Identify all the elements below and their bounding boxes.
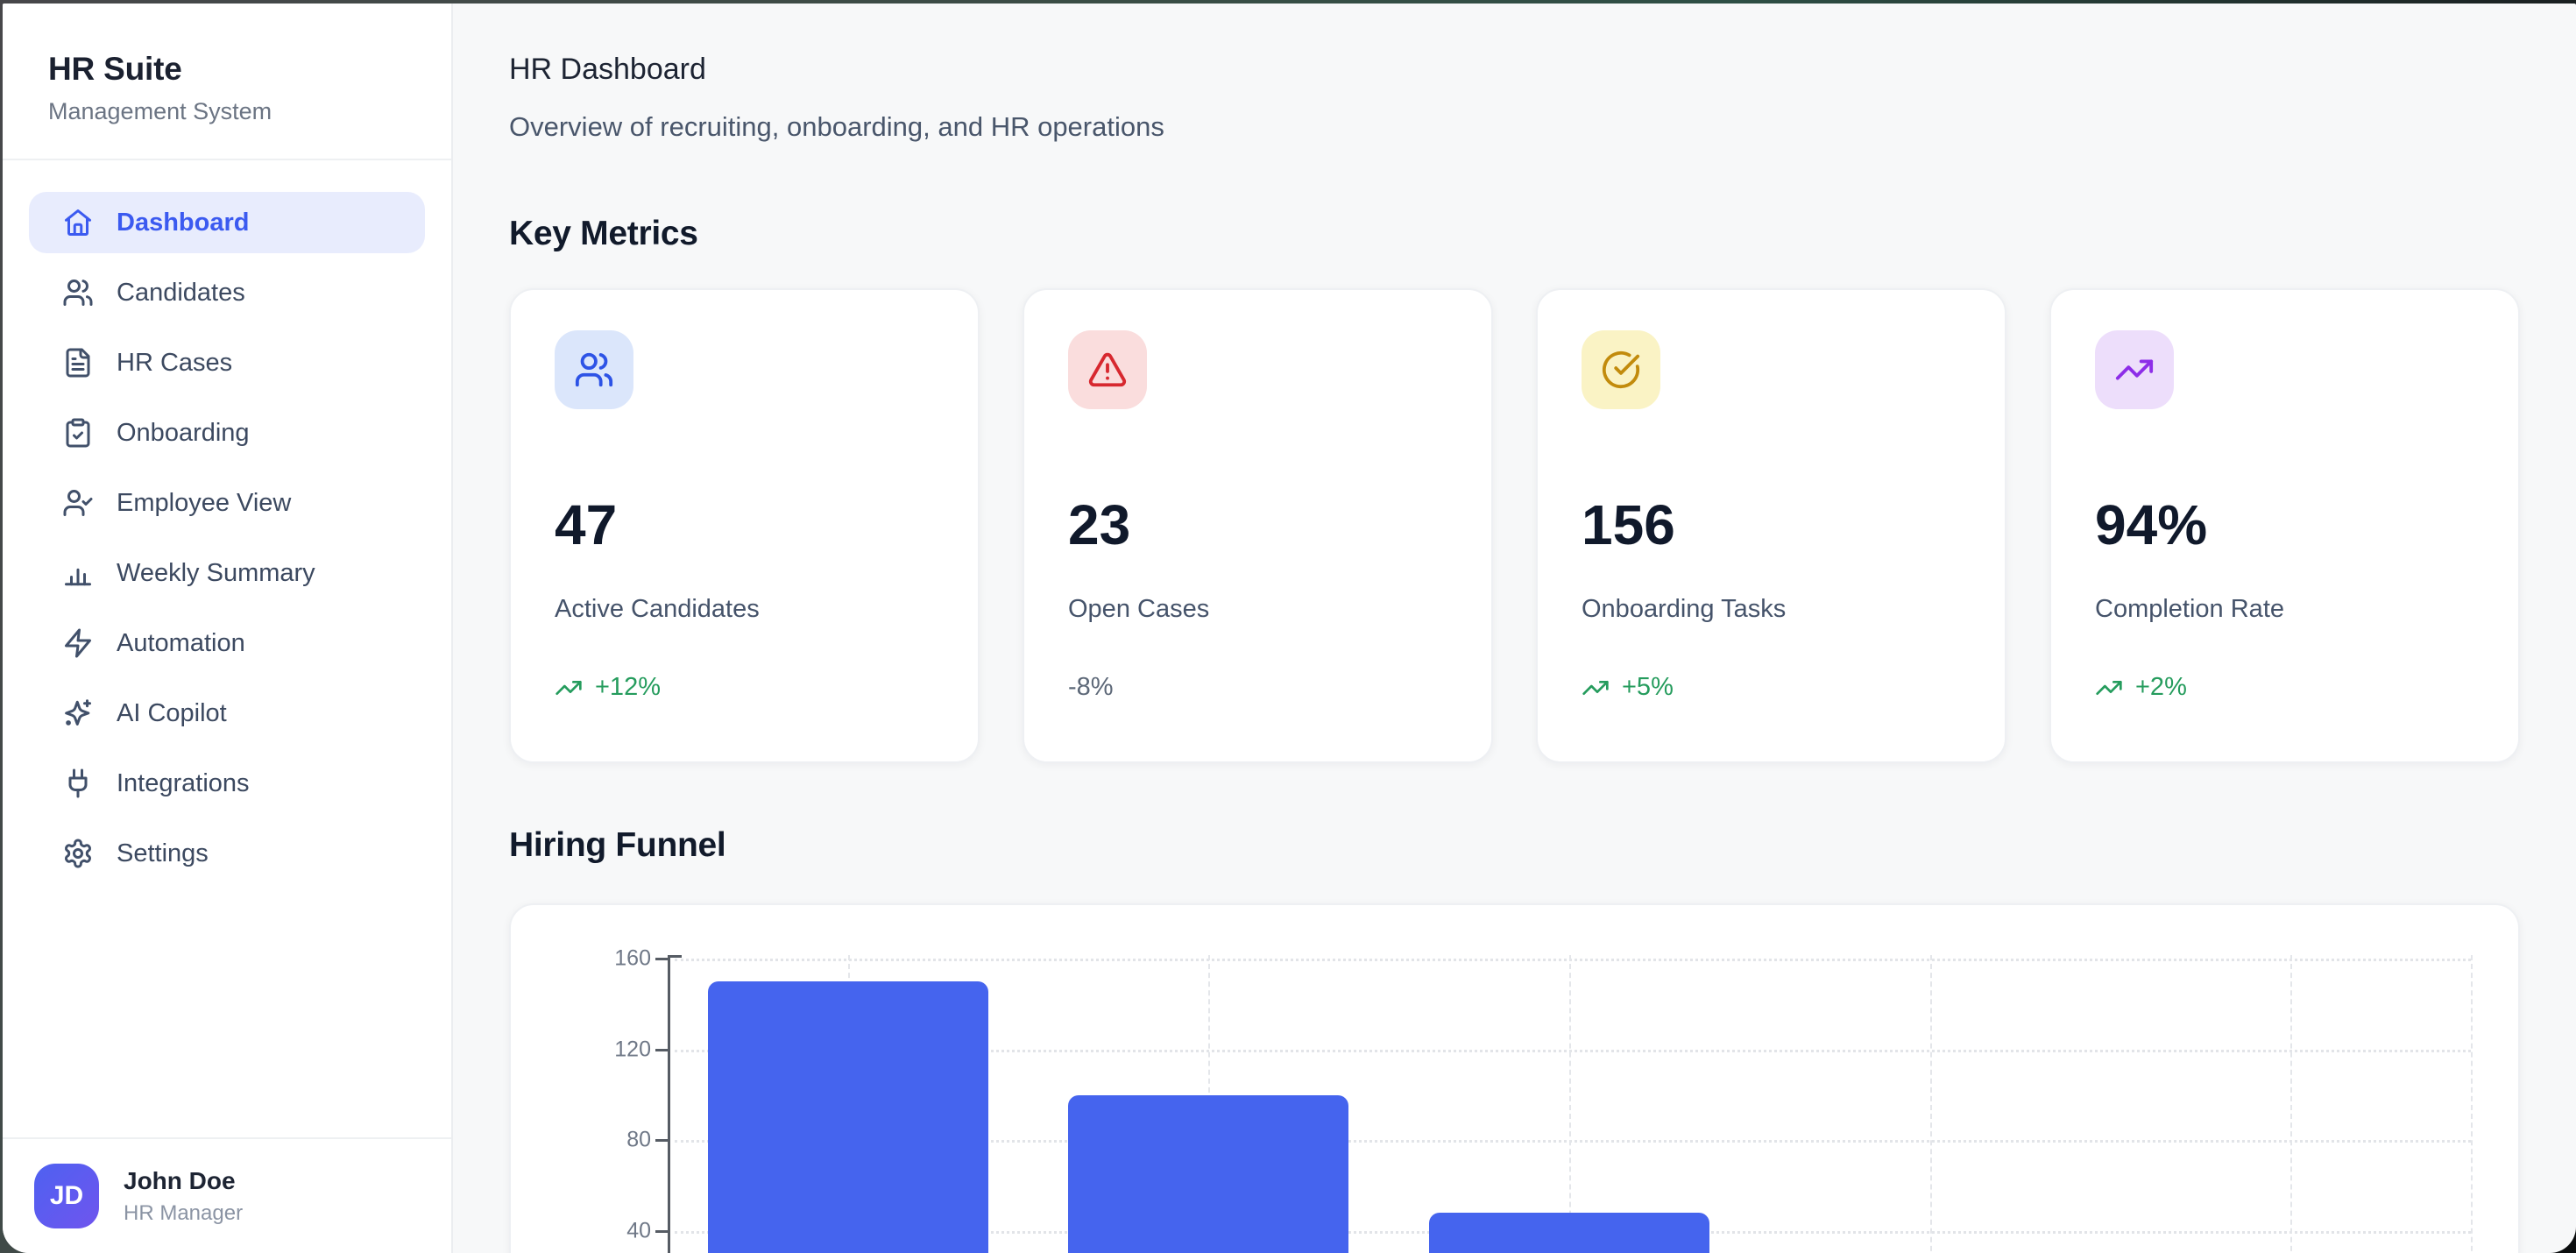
- sidebar-item-employee-view[interactable]: Employee View: [29, 472, 425, 534]
- v-gridline: [2471, 955, 2473, 1253]
- funnel-bar: [708, 981, 988, 1253]
- funnel-bar: [1068, 1095, 1348, 1253]
- metric-card-completion-rate: 94% Completion Rate +2%: [2049, 288, 2520, 763]
- metric-delta: -8%: [1068, 673, 1447, 702]
- y-axis-line: [668, 955, 670, 1253]
- circle-check-icon: [1582, 330, 1660, 409]
- metric-card-onboarding-tasks: 156 Onboarding Tasks +5%: [1536, 288, 2006, 763]
- sparkles-icon: [62, 697, 94, 729]
- trending-up-icon: [2095, 674, 2123, 702]
- v-gridline: [1930, 955, 1932, 1253]
- metric-delta: +5%: [1582, 673, 1961, 702]
- v-gridline: [2290, 955, 2292, 1253]
- y-tick-label: 120: [546, 1037, 651, 1062]
- zap-icon: [62, 627, 94, 659]
- page-title: HR Dashboard: [509, 53, 2520, 87]
- metric-label: Open Cases: [1068, 595, 1447, 624]
- metric-card-active-candidates: 47 Active Candidates +12%: [509, 288, 980, 763]
- metric-value: 94%: [2095, 497, 2474, 553]
- users-icon: [62, 277, 94, 308]
- h-gridline: [675, 959, 2471, 961]
- y-tick-mark: [655, 958, 668, 960]
- sidebar-item-label: Weekly Summary: [117, 559, 315, 588]
- bar-chart-icon: [62, 557, 94, 589]
- metric-value: 23: [1068, 497, 1447, 553]
- user-role: HR Manager: [124, 1201, 243, 1226]
- sidebar-item-label: Dashboard: [117, 209, 249, 237]
- hiring-funnel-chart: 160 120 80 40: [509, 903, 2520, 1253]
- y-tick-label: 80: [546, 1128, 651, 1153]
- alert-triangle-icon: [1068, 330, 1147, 409]
- trending-up-icon: [555, 674, 583, 702]
- sidebar-item-candidates[interactable]: Candidates: [29, 262, 425, 323]
- v-gridline: [1569, 955, 1571, 1253]
- sidebar-item-label: Settings: [117, 839, 209, 868]
- metric-cards-row: 47 Active Candidates +12% 23 Open Cases …: [509, 288, 2520, 763]
- sidebar-item-label: Employee View: [117, 489, 291, 518]
- metric-card-open-cases: 23 Open Cases -8%: [1023, 288, 1493, 763]
- metric-value: 47: [555, 497, 934, 553]
- y-tick-label: 160: [546, 946, 651, 972]
- y-tick-mark: [655, 1139, 668, 1142]
- home-icon: [62, 207, 94, 238]
- sidebar-item-weekly-summary[interactable]: Weekly Summary: [29, 542, 425, 604]
- clipboard-check-icon: [62, 417, 94, 449]
- sidebar-item-settings[interactable]: Settings: [29, 823, 425, 884]
- sidebar-header: HR Suite Management System: [3, 4, 451, 159]
- metric-label: Onboarding Tasks: [1582, 595, 1961, 624]
- sidebar: HR Suite Management System Dashboard Can…: [3, 4, 453, 1253]
- page-subtitle: Overview of recruiting, onboarding, and …: [509, 111, 2520, 143]
- sidebar-item-ai-copilot[interactable]: AI Copilot: [29, 683, 425, 744]
- key-metrics-heading: Key Metrics: [509, 215, 2520, 253]
- app-title: HR Suite: [48, 51, 406, 88]
- sidebar-item-label: Candidates: [117, 279, 245, 308]
- main-content[interactable]: HR Dashboard Overview of recruiting, onb…: [453, 4, 2576, 1253]
- metric-label: Completion Rate: [2095, 595, 2474, 624]
- trending-up-icon: [2095, 330, 2174, 409]
- sidebar-item-label: Integrations: [117, 769, 250, 798]
- sidebar-item-label: HR Cases: [117, 349, 232, 378]
- user-profile[interactable]: JD John Doe HR Manager: [3, 1137, 451, 1253]
- sidebar-item-label: Automation: [117, 629, 245, 658]
- y-tick-label: 40: [546, 1219, 651, 1244]
- sidebar-nav: Dashboard Candidates HR Cases Onboarding: [3, 160, 451, 924]
- trending-up-icon: [1582, 674, 1610, 702]
- metric-label: Active Candidates: [555, 595, 934, 624]
- gear-icon: [62, 838, 94, 869]
- metric-value: 156: [1582, 497, 1961, 553]
- sidebar-item-dashboard[interactable]: Dashboard: [29, 192, 425, 253]
- y-axis-top-tick: [668, 955, 682, 958]
- hiring-funnel-heading: Hiring Funnel: [509, 826, 2520, 865]
- sidebar-spacer: [3, 924, 451, 1137]
- metric-delta: +12%: [555, 673, 934, 702]
- plug-icon: [62, 768, 94, 799]
- user-check-icon: [62, 487, 94, 519]
- sidebar-item-onboarding[interactable]: Onboarding: [29, 402, 425, 464]
- metric-delta: +2%: [2095, 673, 2474, 702]
- file-text-icon: [62, 347, 94, 379]
- avatar: JD: [34, 1164, 99, 1228]
- app-subtitle: Management System: [48, 98, 406, 125]
- users-icon: [555, 330, 633, 409]
- sidebar-item-hr-cases[interactable]: HR Cases: [29, 332, 425, 393]
- funnel-bar: [1429, 1213, 1709, 1253]
- y-tick-mark: [655, 1049, 668, 1051]
- app-window: HR Suite Management System Dashboard Can…: [3, 4, 2576, 1253]
- user-name: John Doe: [124, 1167, 243, 1195]
- y-tick-mark: [655, 1230, 668, 1233]
- sidebar-item-integrations[interactable]: Integrations: [29, 753, 425, 814]
- sidebar-item-label: Onboarding: [117, 419, 250, 448]
- sidebar-item-label: AI Copilot: [117, 699, 227, 728]
- sidebar-item-automation[interactable]: Automation: [29, 612, 425, 674]
